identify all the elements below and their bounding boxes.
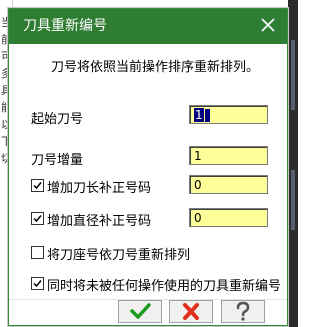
- length-offset-input[interactable]: 0: [189, 175, 268, 194]
- increment-input[interactable]: 1: [189, 146, 268, 165]
- cancel-button[interactable]: [169, 300, 213, 323]
- diameter-offset-label: 增加直径补正号码: [47, 214, 152, 229]
- titlebar[interactable]: 刀具重新编号: [9, 9, 287, 44]
- holder-renumber-checkbox[interactable]: [31, 246, 44, 259]
- check-mark-icon: [33, 182, 42, 190]
- diameter-offset-checkbox[interactable]: [31, 212, 44, 225]
- renumber-unused-checkbox[interactable]: [31, 277, 44, 290]
- question-icon: [236, 301, 250, 321]
- check-mark-icon: [33, 280, 42, 288]
- increment-label: 刀号增量: [31, 153, 84, 168]
- renumber-tools-dialog: 刀具重新编号 刀号将依照当前操作排序重新排列。 起始刀号 1 刀号增量 1 增加…: [8, 8, 288, 326]
- check-icon: [130, 303, 151, 319]
- start-tool-input[interactable]: 1: [189, 105, 268, 124]
- text-caret: [204, 109, 210, 122]
- length-offset-checkbox[interactable]: [31, 179, 44, 192]
- length-offset-label: 增加刀长补正号码: [47, 181, 152, 196]
- check-mark-icon: [33, 215, 42, 223]
- dialog-title: 刀具重新编号: [23, 18, 107, 34]
- background-scroll-strip: [291, 170, 295, 230]
- renumber-unused-label: 同时将未被任何操作使用的刀具重新编号: [47, 279, 282, 294]
- close-button[interactable]: [249, 9, 287, 44]
- holder-renumber-label: 将刀座号依刀号重新排列: [47, 248, 191, 263]
- background-app-right: [288, 0, 298, 327]
- close-icon: [261, 18, 275, 32]
- ok-button[interactable]: [118, 300, 162, 323]
- start-tool-label: 起始刀号: [31, 112, 84, 127]
- help-button[interactable]: [221, 300, 265, 323]
- x-icon: [183, 303, 199, 320]
- diameter-offset-input[interactable]: 0: [189, 208, 268, 227]
- instruction-text: 刀号将依照当前操作排序重新排列。: [51, 60, 260, 75]
- background-scroll-strip: [291, 40, 295, 110]
- start-tool-value: 1: [194, 108, 204, 122]
